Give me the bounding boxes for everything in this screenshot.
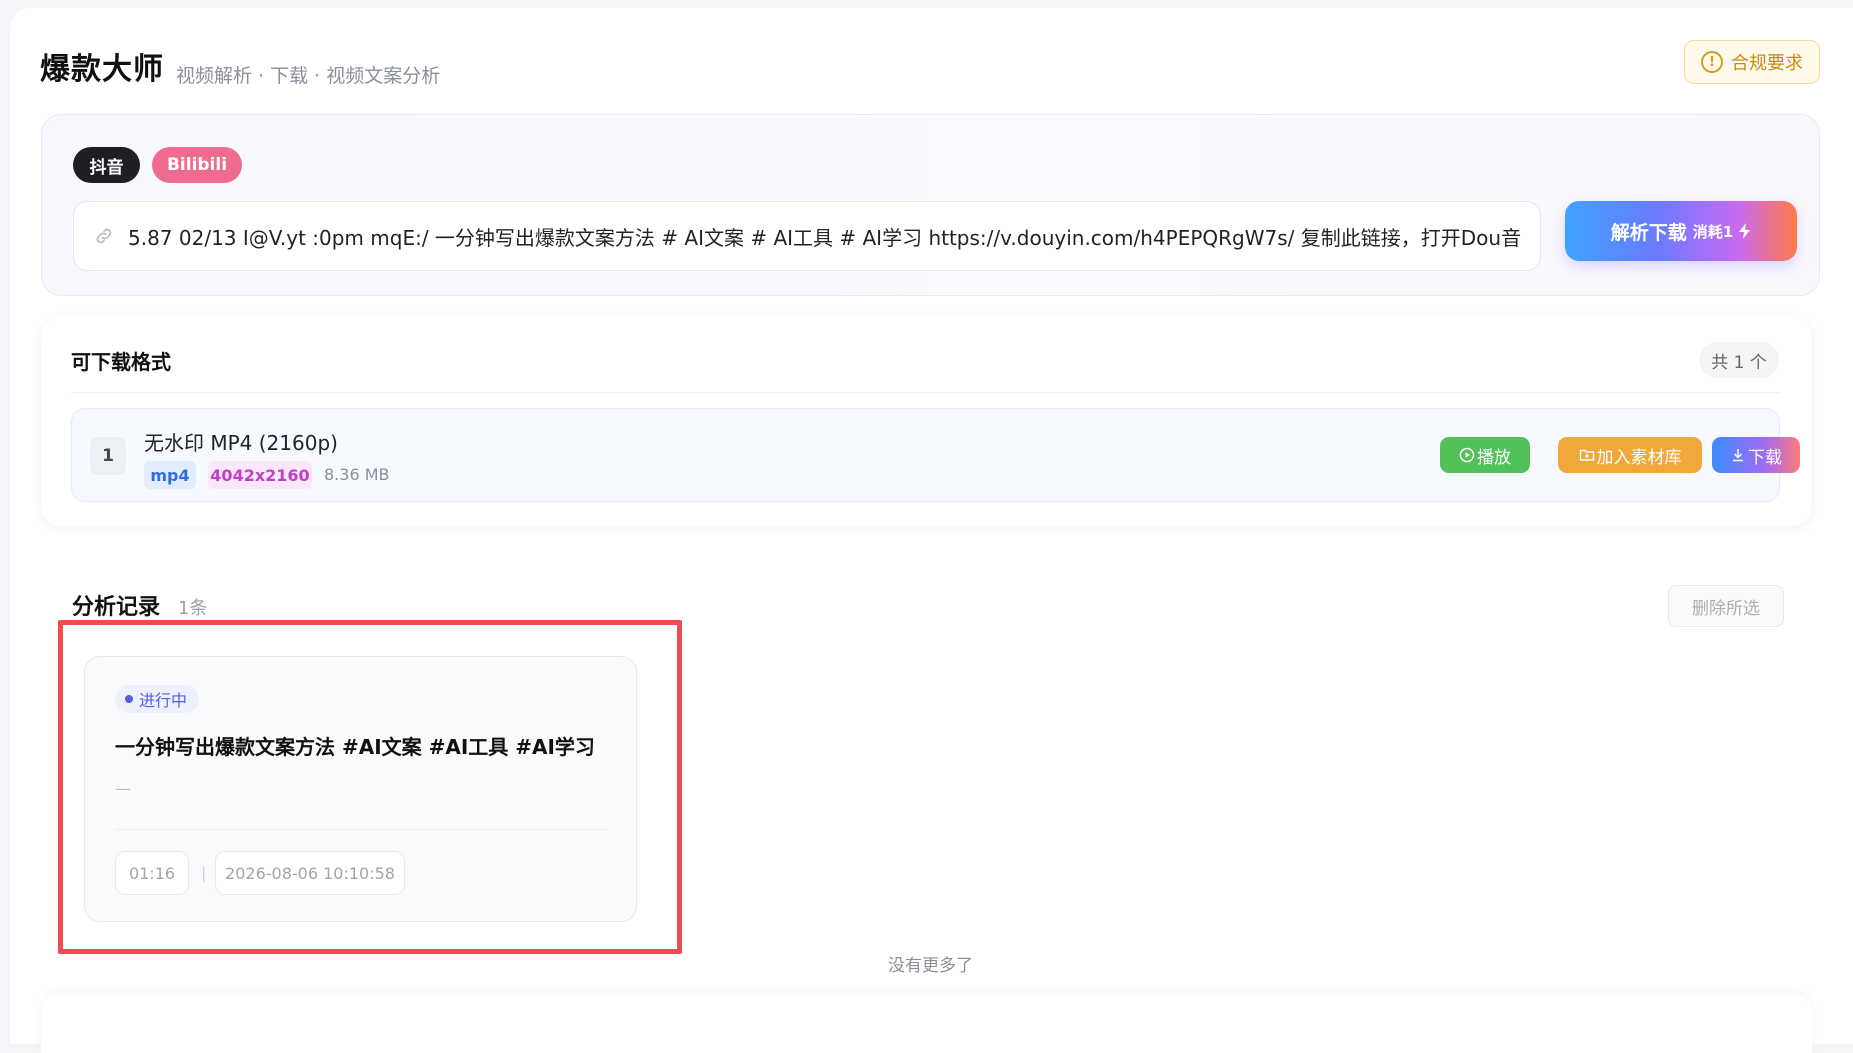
- lightning-icon: [1739, 223, 1751, 239]
- parse-input-card: 抖音 Bilibili 5.87 02/13 I@V.yt :0pm mqE:/…: [41, 114, 1820, 296]
- records-title: 分析记录: [72, 595, 161, 620]
- download-icon: [1733, 449, 1743, 462]
- app-page: 爆款大师 视频解析 · 下载 · 视频文案分析 ! 合规要求 抖音 Bilibi…: [10, 8, 1853, 1053]
- format-file-size: 8.36 MB: [324, 465, 390, 484]
- format-row: 1 无水印 MP4 (2160p) mp4 4042x2160 8.36 MB …: [71, 408, 1800, 502]
- formats-divider: [71, 392, 1780, 393]
- parse-button-cost: 消耗1: [1692, 222, 1734, 241]
- no-more-text: 没有更多了: [888, 956, 973, 976]
- delete-selected-button[interactable]: 删除所选: [1668, 585, 1784, 627]
- folder-add-icon: [1579, 449, 1594, 461]
- parse-button-label: 解析下载: [1610, 221, 1687, 244]
- play-button[interactable]: 播放: [1440, 437, 1530, 473]
- compliance-button[interactable]: ! 合规要求: [1684, 40, 1820, 84]
- warning-icon: !: [1701, 51, 1723, 73]
- brand-title: 爆款大师: [40, 52, 164, 87]
- format-name: 无水印 MP4 (2160p): [144, 431, 338, 455]
- bottom-card: [41, 993, 1812, 1053]
- format-index: 1: [90, 437, 126, 475]
- download-button[interactable]: 下载: [1712, 437, 1800, 473]
- url-input[interactable]: 5.87 02/13 I@V.yt :0pm mqE:/ 一分钟写出爆款文案方法…: [73, 201, 1541, 271]
- format-ext-badge: mp4: [144, 461, 196, 489]
- url-input-value: 5.87 02/13 I@V.yt :0pm mqE:/ 一分钟写出爆款文案方法…: [128, 225, 1522, 250]
- link-icon: [96, 228, 112, 244]
- platform-tag-bilibili[interactable]: Bilibili: [152, 147, 242, 183]
- format-resolution-badge: 4042x2160: [208, 461, 312, 489]
- records-count: 1条: [178, 598, 208, 619]
- platform-tag-douyin[interactable]: 抖音: [73, 147, 140, 183]
- play-icon: [1459, 447, 1475, 463]
- play-button-label: 播放: [1477, 447, 1511, 468]
- brand-subtitle: 视频解析 · 下载 · 视频文案分析: [176, 65, 441, 87]
- parse-download-button[interactable]: 解析下载 消耗1: [1565, 201, 1797, 261]
- formats-count-badge: 共 1 个: [1699, 342, 1779, 378]
- formats-title: 可下载格式: [71, 350, 171, 374]
- download-button-label: 下载: [1748, 447, 1782, 468]
- formats-card: 可下载格式 共 1 个 1 无水印 MP4 (2160p) mp4 4042x2…: [41, 316, 1812, 526]
- add-to-library-button[interactable]: 加入素材库: [1558, 437, 1702, 473]
- add-to-library-label: 加入素材库: [1596, 447, 1682, 468]
- compliance-label: 合规要求: [1731, 53, 1803, 74]
- highlight-annotation-box: [58, 620, 682, 954]
